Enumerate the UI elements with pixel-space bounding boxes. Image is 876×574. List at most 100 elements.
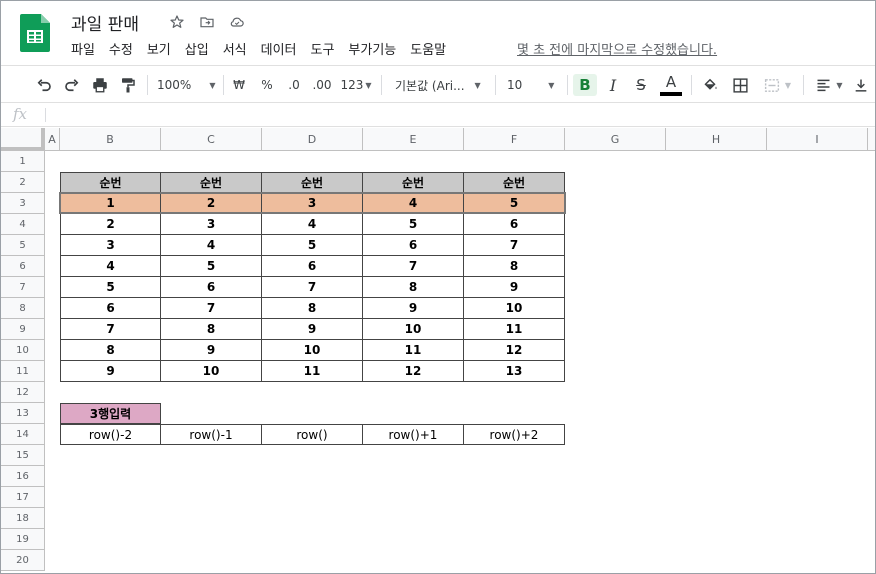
row-header-6[interactable]: 6 (1, 256, 45, 277)
cell-b14[interactable]: row()-2 (60, 424, 161, 445)
cell-c14[interactable]: row()-1 (161, 424, 262, 445)
cell-f9[interactable]: 11 (464, 319, 565, 340)
row-header-5[interactable]: 5 (1, 235, 45, 256)
cell-d2[interactable]: 순번 (262, 172, 363, 193)
star-icon[interactable] (167, 12, 187, 32)
row-header-2[interactable]: 2 (1, 172, 45, 193)
cell-c5[interactable]: 4 (161, 235, 262, 256)
print-icon[interactable] (89, 74, 111, 96)
cell-e10[interactable]: 11 (363, 340, 464, 361)
cell-c6[interactable]: 5 (161, 256, 262, 277)
italic-button[interactable]: I (602, 74, 624, 96)
row-header-20[interactable]: 20 (1, 550, 45, 571)
menu-help[interactable]: 도움말 (410, 39, 446, 58)
strikethrough-button[interactable]: S (630, 74, 652, 96)
horizontal-align-icon[interactable]: ▼ (811, 74, 847, 96)
cell-f2[interactable]: 순번 (464, 172, 565, 193)
cell-d4[interactable]: 4 (262, 214, 363, 235)
cell-e3[interactable]: 4 (363, 193, 464, 214)
column-header-c[interactable]: C (161, 128, 262, 150)
menu-view[interactable]: 보기 (147, 39, 171, 58)
cell-f6[interactable]: 8 (464, 256, 565, 277)
menu-insert[interactable]: 삽입 (185, 39, 209, 58)
cell-b8[interactable]: 6 (60, 298, 161, 319)
redo-icon[interactable] (61, 74, 83, 96)
cloud-saved-icon[interactable] (227, 12, 247, 32)
cell-b7[interactable]: 5 (60, 277, 161, 298)
font-select[interactable]: 기본값 (Ari... ▼ (395, 74, 487, 96)
undo-icon[interactable] (33, 74, 55, 96)
row-header-16[interactable]: 16 (1, 466, 45, 487)
column-header-a[interactable]: A (45, 128, 60, 150)
menu-addons[interactable]: 부가기능 (348, 39, 396, 58)
row-header-17[interactable]: 17 (1, 487, 45, 508)
menu-edit[interactable]: 수정 (109, 39, 133, 58)
sheets-logo-icon[interactable] (20, 14, 50, 52)
borders-icon[interactable] (729, 74, 751, 96)
vertical-align-icon[interactable] (851, 74, 871, 96)
cell-d10[interactable]: 10 (262, 340, 363, 361)
cell-c7[interactable]: 6 (161, 277, 262, 298)
cell-b11[interactable]: 9 (60, 361, 161, 382)
document-title[interactable]: 과일 판매 (71, 10, 139, 35)
cell-d11[interactable]: 11 (262, 361, 363, 382)
cell-b6[interactable]: 4 (60, 256, 161, 277)
row-header-4[interactable]: 4 (1, 214, 45, 235)
cell-b13[interactable]: 3행입력 (60, 403, 161, 424)
move-folder-icon[interactable] (197, 12, 217, 32)
bold-button[interactable]: B (573, 74, 597, 96)
decimal-increase-button[interactable]: .00 (311, 74, 333, 96)
cell-c9[interactable]: 8 (161, 319, 262, 340)
cell-c3[interactable]: 2 (161, 193, 262, 214)
menu-format[interactable]: 서식 (223, 39, 247, 58)
row-header-8[interactable]: 8 (1, 298, 45, 319)
cell-d6[interactable]: 6 (262, 256, 363, 277)
row-header-13[interactable]: 13 (1, 403, 45, 424)
cell-b10[interactable]: 8 (60, 340, 161, 361)
cell-b9[interactable]: 7 (60, 319, 161, 340)
select-all-corner[interactable] (1, 128, 45, 151)
paint-format-icon[interactable] (117, 74, 139, 96)
currency-button[interactable]: ₩ (229, 74, 249, 96)
column-header-f[interactable]: F (464, 128, 565, 150)
row-header-19[interactable]: 19 (1, 529, 45, 550)
row-header-18[interactable]: 18 (1, 508, 45, 529)
merge-cells-icon[interactable]: ▼ (759, 74, 795, 96)
cell-d3[interactable]: 3 (262, 193, 363, 214)
number-format-select[interactable]: 123 ▼ (339, 74, 373, 96)
cell-e4[interactable]: 5 (363, 214, 464, 235)
cell-b5[interactable]: 3 (60, 235, 161, 256)
menu-data[interactable]: 데이터 (261, 39, 297, 58)
cell-f7[interactable]: 9 (464, 277, 565, 298)
cell-d9[interactable]: 9 (262, 319, 363, 340)
decimal-decrease-button[interactable]: .0 (283, 74, 305, 96)
row-header-10[interactable]: 10 (1, 340, 45, 361)
cell-c2[interactable]: 순번 (161, 172, 262, 193)
row-header-1[interactable]: 1 (1, 151, 45, 172)
cell-c10[interactable]: 9 (161, 340, 262, 361)
cell-f5[interactable]: 7 (464, 235, 565, 256)
cell-d8[interactable]: 8 (262, 298, 363, 319)
row-header-12[interactable]: 12 (1, 382, 45, 403)
row-header-9[interactable]: 9 (1, 319, 45, 340)
column-header-g[interactable]: G (565, 128, 666, 150)
cell-e8[interactable]: 9 (363, 298, 464, 319)
cell-f10[interactable]: 12 (464, 340, 565, 361)
fill-color-icon[interactable] (699, 74, 721, 96)
column-header-i[interactable]: I (767, 128, 868, 150)
row-header-7[interactable]: 7 (1, 277, 45, 298)
cell-f11[interactable]: 13 (464, 361, 565, 382)
last-edit-link[interactable]: 몇 초 전에 마지막으로 수정했습니다. (517, 39, 717, 58)
cell-e5[interactable]: 6 (363, 235, 464, 256)
cell-c4[interactable]: 3 (161, 214, 262, 235)
cell-c8[interactable]: 7 (161, 298, 262, 319)
cell-f14[interactable]: row()+2 (464, 424, 565, 445)
cell-d5[interactable]: 5 (262, 235, 363, 256)
zoom-select[interactable]: 100% ▼ (157, 74, 217, 96)
cell-b2[interactable]: 순번 (60, 172, 161, 193)
cell-f3[interactable]: 5 (464, 193, 565, 214)
cell-e11[interactable]: 12 (363, 361, 464, 382)
column-header-b[interactable]: B (60, 128, 161, 150)
row-header-14[interactable]: 14 (1, 424, 45, 445)
row-header-3[interactable]: 3 (1, 193, 45, 214)
